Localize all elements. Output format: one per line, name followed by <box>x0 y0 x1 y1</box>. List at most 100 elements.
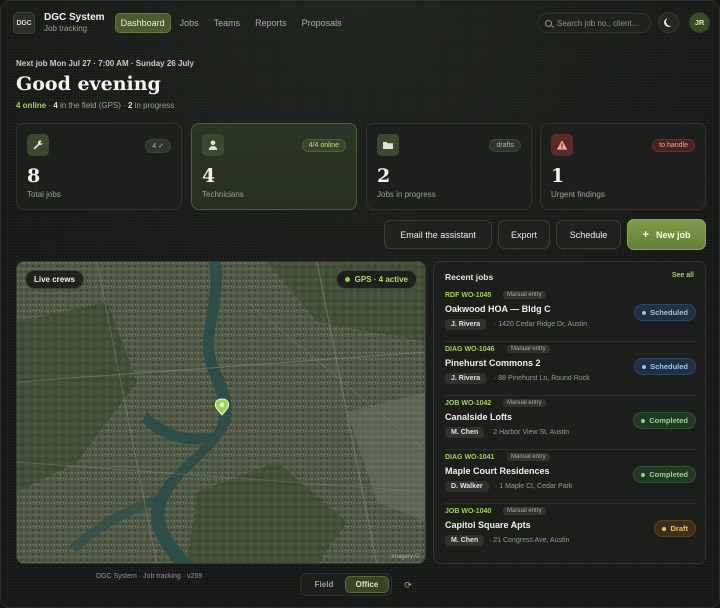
job-row[interactable]: RDF WO-1045 Manual entry Oakwood HOA — B… <box>445 291 696 342</box>
job-status-badge: Draft <box>654 520 696 537</box>
moon-icon <box>666 17 675 26</box>
progress-text: in progress <box>132 101 175 110</box>
job-code: JOB WO-1040 <box>445 508 492 515</box>
theme-toggle-button[interactable] <box>658 12 679 33</box>
gps-status-badge: GPS · 4 active <box>335 270 417 289</box>
stat-label: Technicians <box>202 190 244 199</box>
job-code: JOB WO-1042 <box>445 400 492 407</box>
satellite-map-image <box>17 262 425 563</box>
stat-card-technicians[interactable]: 4/4 online 4 Technicians <box>191 123 357 210</box>
job-technician: J. Rivera <box>445 319 487 330</box>
status-dot-icon <box>641 419 646 424</box>
stat-badge: to handle <box>652 139 695 152</box>
online-count: 4 online <box>16 101 47 110</box>
export-button[interactable]: Export <box>498 220 550 249</box>
mode-field-tab[interactable]: Field <box>303 576 345 593</box>
greeting-title: Good evening <box>16 73 161 95</box>
brand: DGC System Job tracking <box>44 12 105 35</box>
stat-value: 2 <box>377 165 391 187</box>
folder-icon <box>377 134 399 156</box>
footer-version: DGC System · Job tracking · v259 <box>96 573 203 580</box>
app-name: DGC System <box>44 11 105 23</box>
new-job-label: New job <box>655 229 691 240</box>
nav-teams[interactable]: Teams <box>208 13 247 33</box>
field-text: in the field (GPS) · <box>57 101 129 110</box>
app-logo[interactable]: DGC <box>13 12 35 34</box>
job-code: DIAG WO-1046 <box>445 346 495 353</box>
live-crews-map[interactable]: Live crews GPS · 4 active Imagery © <box>16 261 426 564</box>
job-name: Canalside Lofts <box>445 412 513 422</box>
job-source-tag: Manual entry <box>507 453 550 461</box>
new-job-button[interactable]: + New job <box>627 219 706 250</box>
recent-jobs-panel: Recent jobs See all RDF WO-1045 Manual e… <box>433 261 706 564</box>
map-attribution: Imagery © <box>391 554 419 560</box>
job-row[interactable]: JOB WO-1040 Manual entry Capitol Square … <box>445 507 696 558</box>
wrench-icon <box>27 134 49 156</box>
mode-office-tab[interactable]: Office <box>345 576 389 593</box>
search-input[interactable] <box>557 18 649 28</box>
search-bar[interactable] <box>537 13 651 33</box>
search-icon <box>545 19 552 27</box>
job-address: · 88 Pinehurst Ln, Round Rock <box>494 375 590 382</box>
job-source-tag: Manual entry <box>503 399 546 407</box>
job-status-text: Completed <box>649 416 688 425</box>
stat-label: Jobs in progress <box>377 190 436 199</box>
job-status-badge: Scheduled <box>634 304 696 321</box>
stat-label: Urgent findings <box>551 190 605 199</box>
email-assistant-button[interactable]: Email the assistant <box>384 220 492 249</box>
job-name: Oakwood HOA — Bldg C <box>445 304 551 314</box>
job-row[interactable]: DIAG WO-1046 Manual entry Pinehurst Comm… <box>445 345 696 396</box>
gps-dot-icon <box>344 277 350 283</box>
nav-proposals[interactable]: Proposals <box>296 13 348 33</box>
stat-card-jobs-in-progress[interactable]: drafts 2 Jobs in progress <box>366 123 532 210</box>
warning-icon <box>551 134 573 156</box>
stat-value: 1 <box>551 165 565 187</box>
app-subtitle: Job tracking <box>44 24 88 34</box>
job-status-badge: Completed <box>633 412 696 429</box>
job-source-tag: Manual entry <box>503 507 546 515</box>
job-status-text: Draft <box>670 524 688 533</box>
app-frame: DGC DGC System Job tracking Dashboard Jo… <box>0 0 720 608</box>
crew-status-line: 4 online · 4 in the field (GPS) · 2 in p… <box>16 101 174 110</box>
job-name: Capitol Square Apts <box>445 520 531 530</box>
job-name: Maple Court Residences <box>445 466 550 476</box>
nav-dashboard[interactable]: Dashboard <box>114 13 171 33</box>
see-all-link[interactable]: See all <box>672 272 694 279</box>
job-source-tag: Manual entry <box>507 345 550 353</box>
live-crews-label: Live crews <box>25 270 84 289</box>
job-row[interactable]: DIAG WO-1041 Manual entry Maple Court Re… <box>445 453 696 504</box>
stat-value: 4 <box>202 165 216 187</box>
job-address: · 2 Harbor View St, Austin <box>489 429 570 436</box>
next-job-info: Next job Mon Jul 27 · 7:00 AM · Sunday 2… <box>16 59 194 68</box>
stat-label: Total jobs <box>27 190 61 199</box>
stat-card-total-jobs[interactable]: 4 ✓ 8 Total jobs <box>16 123 182 210</box>
job-technician: M. Chen <box>445 427 485 438</box>
plus-icon: + <box>642 228 649 241</box>
job-status-text: Scheduled <box>650 308 688 317</box>
job-address: · 1420 Cedar Ridge Dr, Austin <box>494 321 587 328</box>
job-technician: D. Walker <box>445 481 489 492</box>
stat-card-urgent-findings[interactable]: to handle 1 Urgent findings <box>540 123 706 210</box>
status-dot-icon <box>642 311 647 316</box>
job-status-badge: Scheduled <box>634 358 696 375</box>
job-status-text: Scheduled <box>650 362 688 371</box>
nav-jobs[interactable]: Jobs <box>174 13 205 33</box>
stat-badge: 4 ✓ <box>145 139 171 153</box>
job-address: · 21 Congress Ave, Austin <box>489 537 570 544</box>
job-status-text: Completed <box>649 470 688 479</box>
status-dot-icon <box>662 527 667 532</box>
person-icon <box>202 134 224 156</box>
job-status-badge: Completed <box>633 466 696 483</box>
main-nav: Dashboard Jobs Teams Reports Proposals <box>114 13 348 33</box>
refresh-icon[interactable]: ⟳ <box>399 577 417 593</box>
nav-reports[interactable]: Reports <box>249 13 293 33</box>
job-technician: M. Chen <box>445 535 485 546</box>
job-row[interactable]: JOB WO-1042 Manual entry Canalside Lofts… <box>445 399 696 450</box>
job-name: Pinehurst Commons 2 <box>445 358 541 368</box>
schedule-button[interactable]: Schedule <box>556 220 621 249</box>
status-dot-icon <box>641 473 646 478</box>
gps-status-text: GPS · 4 active <box>354 275 408 284</box>
job-code: DIAG WO-1041 <box>445 454 495 461</box>
user-avatar[interactable]: JR <box>689 12 710 33</box>
job-code: RDF WO-1045 <box>445 292 492 299</box>
